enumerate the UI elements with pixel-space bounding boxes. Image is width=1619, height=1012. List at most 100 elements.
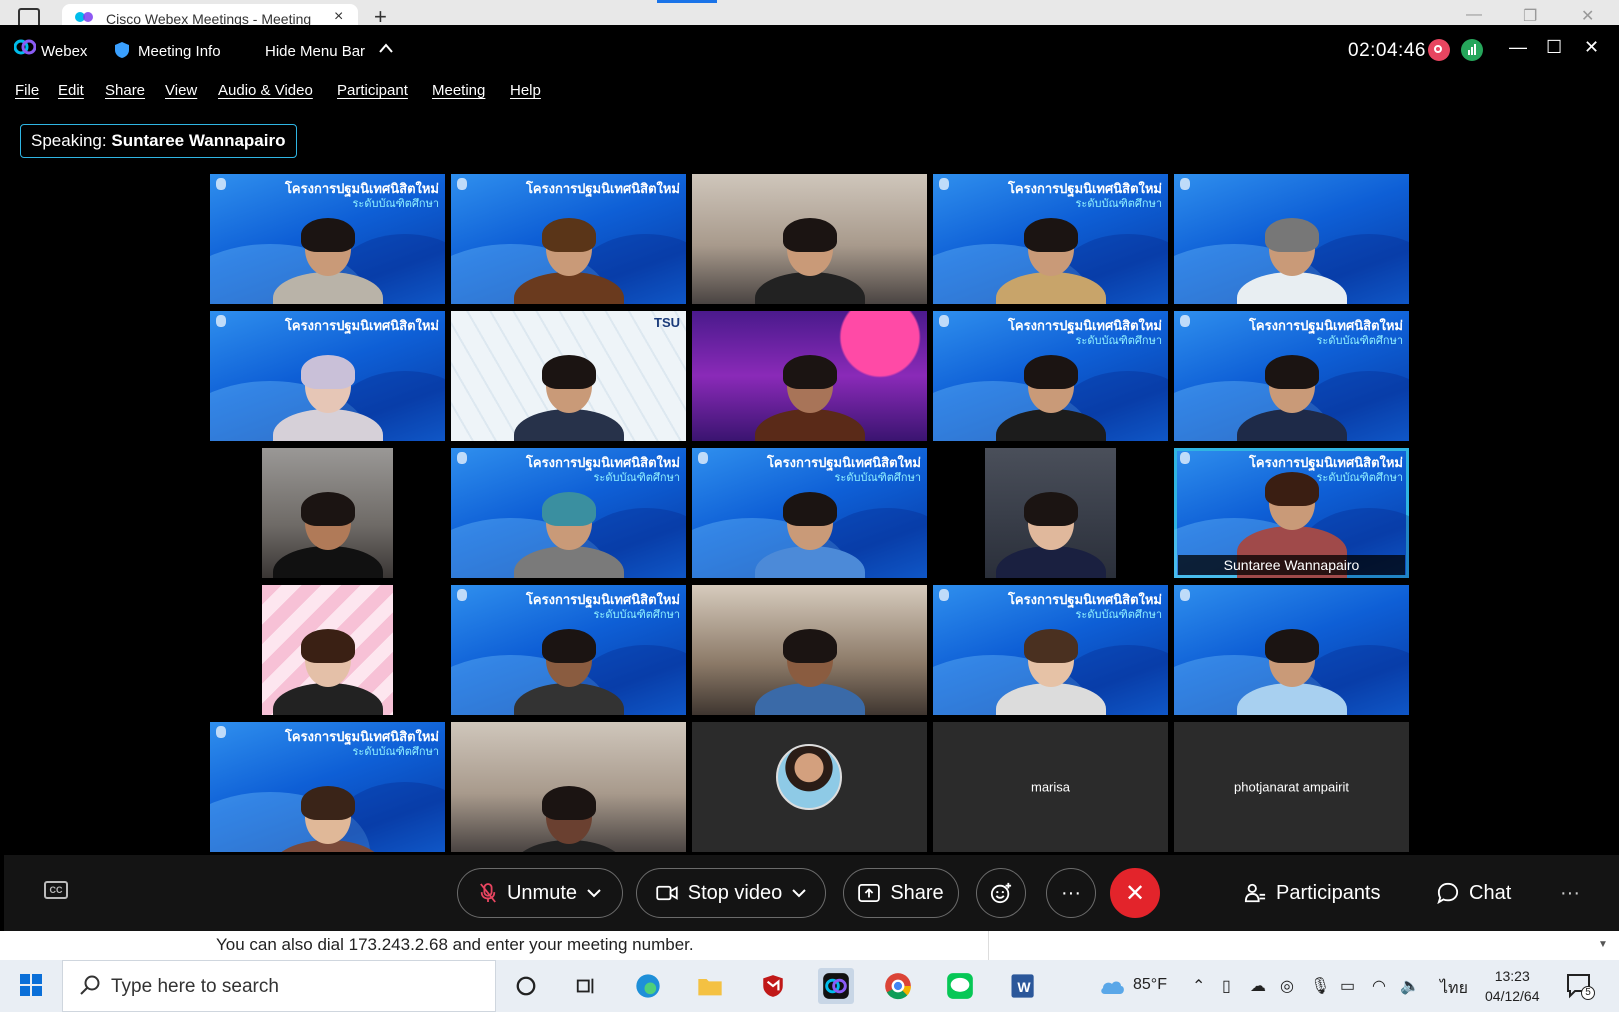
unmute-button[interactable]: Unmute [457, 868, 623, 918]
video-tile[interactable] [451, 722, 686, 852]
onedrive-warning-icon[interactable]: ☁ [1250, 976, 1266, 996]
video-tile[interactable]: photjanarat ampairit [1174, 722, 1409, 852]
university-seal-icon [1180, 589, 1190, 601]
video-tile[interactable]: โครงการปฐมนิเทศนิสิตใหม่ ระดับบัณฑิตศึกษ… [210, 722, 445, 852]
close-button[interactable]: ✕ [1584, 37, 1599, 58]
line-app-icon[interactable] [942, 968, 978, 1004]
hide-menu-bar-button[interactable]: Hide Menu Bar [265, 43, 365, 60]
tab-close-icon[interactable]: × [334, 8, 343, 26]
video-tile[interactable] [1174, 585, 1409, 715]
cortana-icon[interactable] [508, 968, 544, 1004]
menu-share[interactable]: Share [105, 82, 145, 99]
participant-video [995, 218, 1106, 304]
cloud-icon [1101, 981, 1124, 994]
end-call-button[interactable]: ✕ [1110, 868, 1160, 918]
participant-video [513, 786, 624, 852]
video-tile[interactable]: โครงการปฐมนิเทศนิสิตใหม่ ระดับบัณฑิตศึกษ… [692, 448, 927, 578]
video-tile[interactable]: โครงการปฐมนิเทศนิสิตใหม่ ระดับบัณฑิตศึกษ… [451, 585, 686, 715]
browser-restore-icon[interactable]: ❐ [1523, 6, 1537, 26]
video-tile[interactable]: โครงการปฐมนิเทศนิสิตใหม่ [451, 174, 686, 304]
video-tile[interactable]: โครงการปฐมนิเทศนิสิตใหม่ ระดับบัณฑิตศึกษ… [451, 448, 686, 578]
menu-view[interactable]: View [165, 82, 197, 99]
participant-video [995, 355, 1106, 441]
stop-video-button[interactable]: Stop video [636, 868, 826, 918]
video-tile[interactable] [210, 448, 445, 578]
mcafee-icon[interactable] [755, 968, 791, 1004]
video-camera-icon [656, 885, 678, 901]
microphone-icon[interactable]: 🎙 [1310, 976, 1330, 996]
notification-center-icon[interactable]: 5 [1565, 972, 1595, 1000]
video-tile[interactable]: โครงการปฐมนิเทศนิสิตใหม่ ระดับบัณฑิตศึกษ… [933, 311, 1168, 441]
usb-icon[interactable]: ▯ [1222, 976, 1231, 996]
video-tile[interactable]: TSU [451, 311, 686, 441]
video-tile[interactable] [210, 585, 445, 715]
wifi-icon[interactable]: ◠ [1372, 976, 1386, 996]
chevron-down-icon[interactable] [792, 888, 806, 898]
scroll-down-icon[interactable]: ▼ [1598, 939, 1608, 950]
recording-indicator-icon[interactable] [1428, 39, 1450, 61]
maximize-button[interactable]: ☐ [1546, 37, 1562, 58]
menu-participant[interactable]: Participant [337, 82, 408, 99]
university-seal-icon [216, 315, 226, 327]
word-icon[interactable]: W [1004, 968, 1040, 1004]
video-tile[interactable] [933, 448, 1168, 578]
video-tile[interactable] [692, 174, 927, 304]
chat-button[interactable]: Chat [1437, 868, 1511, 918]
overflow-menu-button[interactable]: ··· [1560, 868, 1580, 918]
participant-name-label: Suntaree Wannapairo [1178, 555, 1405, 575]
windows-start-icon[interactable] [20, 974, 42, 996]
more-options-button[interactable]: ··· [1046, 868, 1096, 918]
closed-captions-icon[interactable]: CC [44, 881, 68, 899]
reactions-button[interactable] [976, 868, 1026, 918]
active-speaker-tile[interactable]: โครงการปฐมนิเทศนิสิตใหม่ ระดับบัณฑิตศึกษ… [1174, 448, 1409, 578]
browser-minimize-icon[interactable]: — [1466, 6, 1482, 24]
meet-now-icon[interactable]: ◎ [1280, 976, 1294, 996]
chevron-up-icon[interactable] [378, 42, 394, 54]
participant-avatar [776, 744, 842, 810]
video-tile[interactable] [692, 722, 927, 852]
video-tile[interactable]: โครงการปฐมนิเทศนิสิตใหม่ ระดับบัณฑิตศึกษ… [933, 585, 1168, 715]
taskbar-search-box[interactable]: Type here to search [62, 960, 496, 1012]
menu-meeting[interactable]: Meeting [432, 82, 485, 99]
meeting-info-button[interactable]: Meeting Info [138, 43, 221, 60]
chat-label: Chat [1469, 881, 1512, 904]
video-tile[interactable]: โครงการปฐมนิเทศนิสิตใหม่ [210, 311, 445, 441]
weather-cloud-icon[interactable] [1094, 968, 1130, 1004]
share-label: Share [890, 881, 944, 904]
mcafee-shield-icon [763, 975, 783, 997]
video-tile[interactable] [692, 311, 927, 441]
battery-icon[interactable]: ▭ [1340, 976, 1355, 996]
task-view-icon[interactable] [568, 968, 604, 1004]
file-explorer-icon[interactable] [692, 968, 728, 1004]
menu-help[interactable]: Help [510, 82, 541, 99]
video-tile[interactable]: โครงการปฐมนิเทศนิสิตใหม่ ระดับบัณฑิตศึกษ… [1174, 311, 1409, 441]
webex-taskbar-icon[interactable] [818, 968, 854, 1004]
edge-browser-icon[interactable] [630, 968, 666, 1004]
participant-video [995, 492, 1106, 578]
browser-tab[interactable]: Cisco Webex Meetings - Meeting × [62, 4, 358, 27]
participants-icon [1244, 883, 1266, 903]
participants-button[interactable]: Participants [1244, 868, 1381, 918]
video-tile[interactable]: marisa [933, 722, 1168, 852]
menu-audio-video[interactable]: Audio & Video [218, 82, 313, 99]
browser-close-icon[interactable]: ✕ [1581, 6, 1594, 26]
input-language[interactable]: ไทย [1440, 976, 1468, 1001]
menu-edit[interactable]: Edit [58, 82, 84, 99]
speaker-volume-icon[interactable]: 🔈 [1400, 976, 1420, 996]
chevron-down-icon[interactable] [587, 888, 601, 898]
video-tile[interactable] [1174, 174, 1409, 304]
tray-chevron-up-icon[interactable]: ⌃ [1192, 976, 1205, 996]
network-health-icon[interactable] [1461, 39, 1483, 61]
share-button[interactable]: Share [843, 868, 959, 918]
video-tile[interactable]: โครงการปฐมนิเทศนิสิตใหม่ ระดับบัณฑิตศึกษ… [933, 174, 1168, 304]
system-clock[interactable]: 13:23 04/12/64 [1485, 966, 1540, 1006]
menu-file[interactable]: File [15, 82, 39, 99]
video-tile[interactable]: โครงการปฐมนิเทศนิสิตใหม่ ระดับบัณฑิตศึกษ… [210, 174, 445, 304]
participant-name-label: marisa [1030, 779, 1070, 795]
tile-banner-sub: ระดับบัณฑิตศึกษา [1075, 609, 1162, 621]
video-tile[interactable] [692, 585, 927, 715]
tab-sidebar-icon[interactable] [18, 8, 40, 25]
weather-temperature[interactable]: 85°F [1133, 976, 1167, 994]
chrome-icon[interactable] [880, 968, 916, 1004]
minimize-button[interactable]: — [1509, 37, 1527, 58]
